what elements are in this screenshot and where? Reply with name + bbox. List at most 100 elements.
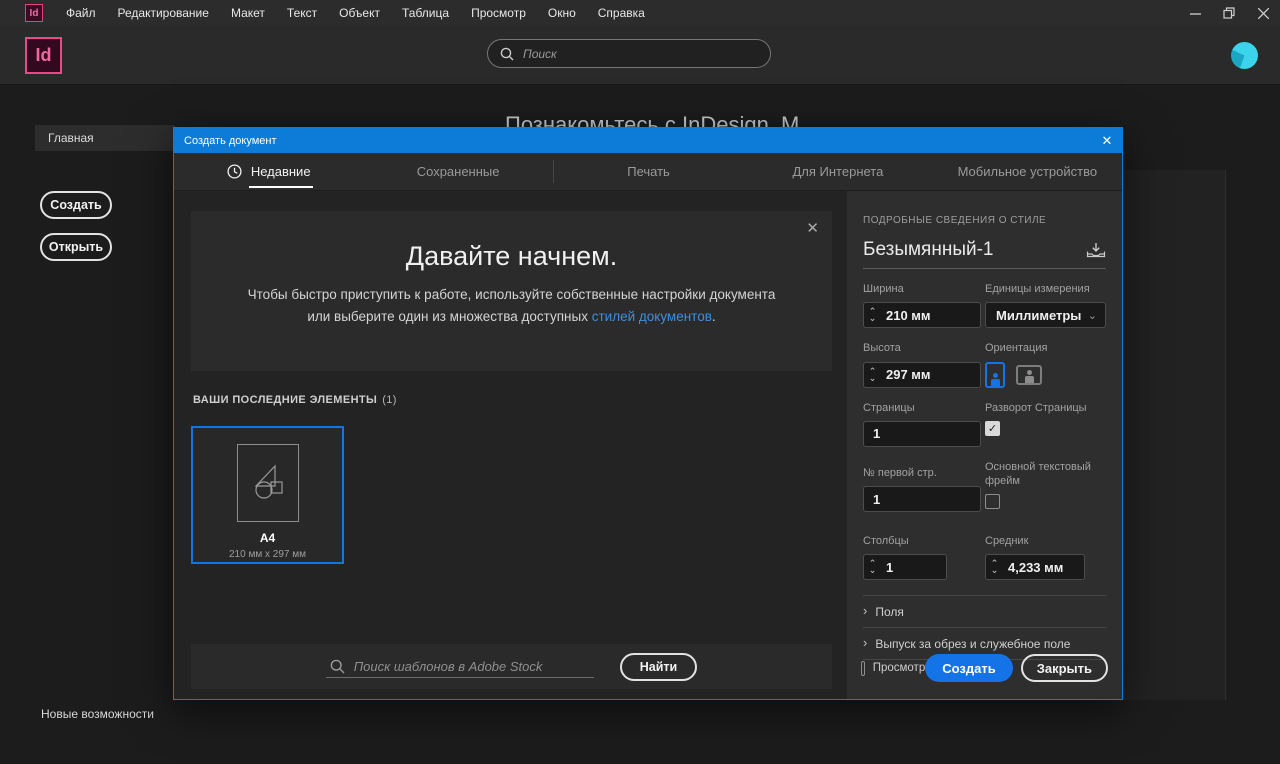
dialog-titlebar: Создать документ ✕ (174, 128, 1122, 153)
app-bar: Id Поиск (0, 26, 1280, 85)
indesign-logo-icon: Id (25, 37, 62, 74)
gutter-field: Средник ⌃⌄ 4,233 мм (985, 534, 1106, 580)
columns-value: 1 (881, 560, 893, 575)
pages-value: 1 (864, 426, 880, 441)
tab-mobile-label: Мобильное устройство (958, 164, 1098, 179)
menu-layout[interactable]: Макет (220, 0, 276, 26)
width-value: 210 мм (881, 308, 931, 323)
pages-input[interactable]: 1 (863, 421, 981, 447)
recent-document-card[interactable]: A4 210 мм x 297 мм (191, 426, 344, 564)
search-icon (330, 659, 345, 674)
check-icon: ✓ (988, 422, 997, 435)
minimize-icon[interactable] (1178, 0, 1212, 26)
gutter-stepper[interactable]: ⌃⌄ 4,233 мм (985, 554, 1085, 580)
dialog-title: Создать документ (184, 135, 277, 147)
stepper-arrows-icon[interactable]: ⌃⌄ (864, 560, 881, 574)
start-page-label: № первой стр. (863, 466, 981, 480)
close-dialog-button[interactable]: Закрыть (1021, 654, 1108, 682)
menu-help[interactable]: Справка (587, 0, 656, 26)
width-field: Ширина ⌃⌄ 210 мм (863, 282, 981, 328)
document-name-input[interactable]: Безымянный-1 (863, 239, 994, 261)
menu-view[interactable]: Просмотр (460, 0, 537, 26)
user-avatar[interactable] (1231, 42, 1258, 69)
menu-table[interactable]: Таблица (391, 0, 460, 26)
columns-stepper[interactable]: ⌃⌄ 1 (863, 554, 947, 580)
margins-disclosure[interactable]: › Поля (863, 596, 1106, 627)
background-panel (1123, 170, 1226, 700)
pages-field: Страницы 1 (863, 401, 981, 447)
height-stepper[interactable]: ⌃⌄ 297 мм (863, 362, 981, 388)
document-styles-link[interactable]: стилей документов (592, 309, 712, 324)
start-page-input[interactable]: 1 (863, 486, 981, 512)
menu-window[interactable]: Окно (537, 0, 587, 26)
tab-recent[interactable]: Недавние (174, 153, 363, 190)
primary-text-frame-label: Основной текстовый фрейм (985, 460, 1106, 489)
create-document-dialog: Создать документ ✕ Недавние Сохраненные … (173, 127, 1123, 700)
width-stepper[interactable]: ⌃⌄ 210 мм (863, 302, 981, 328)
orientation-label: Ориентация (985, 341, 1106, 355)
recent-items-label: ВАШИ ПОСЛЕДНИЕ ЭЛЕМЕНТЫ (193, 394, 377, 406)
units-select[interactable]: Миллиметры ⌄ (985, 302, 1106, 328)
close-window-icon[interactable] (1246, 0, 1280, 26)
pages-label: Страницы (863, 401, 981, 415)
hero-body-period: . (712, 309, 716, 324)
chevron-down-icon: ⌄ (1088, 309, 1097, 322)
orientation-landscape-icon[interactable] (1016, 365, 1042, 385)
tab-saved-label: Сохраненные (417, 164, 500, 179)
hero-close-icon[interactable]: ✕ (806, 219, 819, 237)
height-label: Высота (863, 341, 981, 355)
columns-label: Столбцы (863, 534, 981, 548)
stepper-arrows-icon[interactable]: ⌃⌄ (864, 308, 881, 322)
search-icon (500, 47, 514, 61)
tab-print[interactable]: Печать (554, 153, 743, 190)
window-controls (1178, 0, 1280, 26)
tab-saved[interactable]: Сохраненные (363, 153, 552, 190)
facing-pages-checkbox[interactable]: ✓ (985, 421, 1000, 436)
tab-web[interactable]: Для Интернета (743, 153, 932, 190)
start-page-field: № первой стр. 1 (863, 466, 981, 512)
dialog-tabs: Недавние Сохраненные Печать Для Интернет… (174, 153, 1122, 191)
menu-edit[interactable]: Редактирование (107, 0, 220, 26)
create-document-button[interactable]: Создать (925, 654, 1012, 682)
dialog-close-icon[interactable]: ✕ (1092, 133, 1122, 149)
recent-items-heading: ВАШИ ПОСЛЕДНИЕ ЭЛЕМЕНТЫ(1) (193, 394, 397, 406)
stock-search-bar: Поиск шаблонов в Adobe Stock Найти (191, 644, 832, 689)
margins-label: Поля (875, 605, 904, 619)
orientation-field: Ориентация (985, 341, 1106, 387)
orientation-portrait-icon[interactable] (985, 362, 1005, 388)
stock-search-input[interactable]: Поиск шаблонов в Adobe Stock (326, 656, 594, 678)
preset-details-heading: ПОДРОБНЫЕ СВЕДЕНИЯ О СТИЛЕ (863, 215, 1106, 226)
app-search-placeholder: Поиск (523, 47, 557, 61)
tab-home[interactable]: Главная (35, 125, 175, 151)
stock-search-button[interactable]: Найти (620, 653, 697, 681)
hero-body: Чтобы быстро приступить к работе, исполь… (242, 284, 782, 327)
restore-icon[interactable] (1212, 0, 1246, 26)
card-size: 210 мм x 297 мм (229, 549, 306, 560)
app-search-input[interactable]: Поиск (487, 39, 771, 68)
menu-file[interactable]: Файл (55, 0, 107, 26)
bleed-label: Выпуск за обрез и служебное поле (875, 637, 1070, 651)
height-field: Высота ⌃⌄ 297 мм (863, 341, 981, 387)
stock-search-placeholder: Поиск шаблонов в Adobe Stock (354, 659, 543, 674)
hero-panel: ✕ Давайте начнем. Чтобы быстро приступит… (191, 211, 832, 371)
width-label: Ширина (863, 282, 981, 296)
start-page-value: 1 (864, 492, 880, 507)
stepper-arrows-icon[interactable]: ⌃⌄ (864, 368, 881, 382)
dialog-content: ✕ Давайте начнем. Чтобы быстро приступит… (174, 191, 847, 699)
indesign-mini-logo-icon: Id (25, 4, 43, 22)
stepper-arrows-icon[interactable]: ⌃⌄ (986, 560, 1003, 574)
save-preset-icon[interactable] (1086, 242, 1106, 259)
tab-home-label: Главная (48, 131, 94, 145)
home-open-button[interactable]: Открыть (40, 233, 112, 261)
home-create-button[interactable]: Создать (40, 191, 112, 219)
chevron-right-icon: › (863, 635, 867, 650)
whats-new-link[interactable]: Новые возможности (41, 707, 154, 721)
preview-checkbox[interactable] (861, 661, 865, 676)
primary-text-frame-checkbox[interactable] (985, 494, 1000, 509)
menu-type[interactable]: Текст (276, 0, 328, 26)
dialog-actions: Просмотр Создать Закрыть (861, 654, 1108, 682)
facing-pages-field: Разворот Страницы ✓ (985, 401, 1106, 447)
menu-object[interactable]: Объект (328, 0, 391, 26)
tab-mobile[interactable]: Мобильное устройство (933, 153, 1122, 190)
document-thumbnail-icon (237, 444, 299, 522)
